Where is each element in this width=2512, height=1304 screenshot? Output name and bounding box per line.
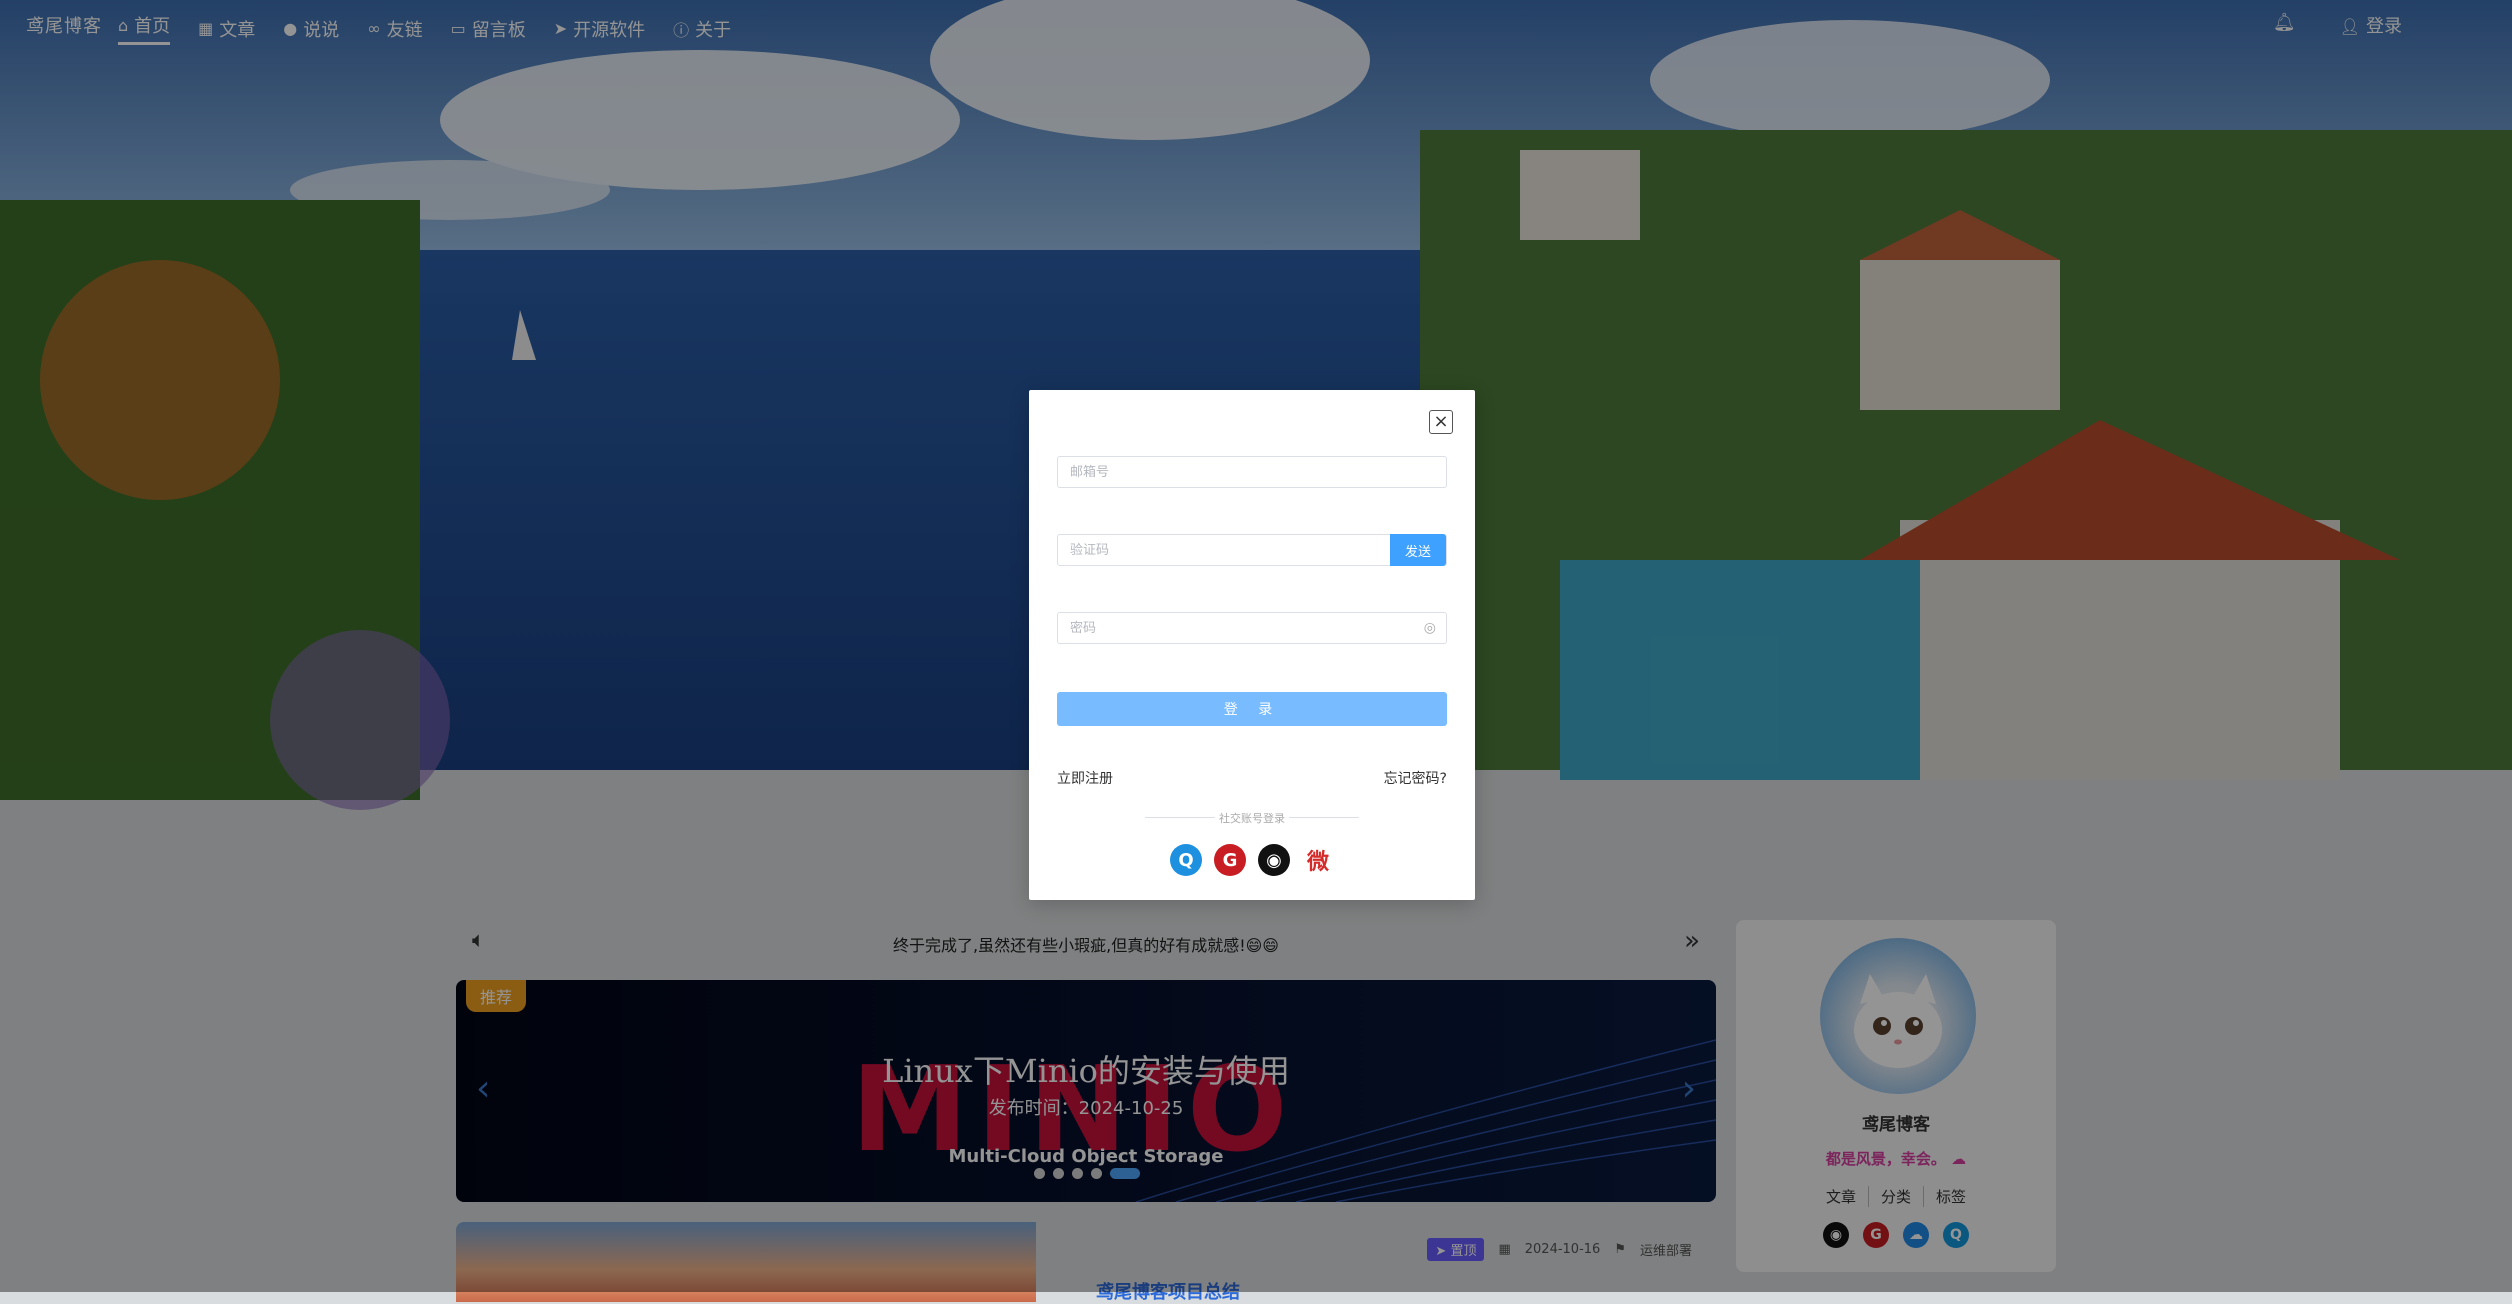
social-divider: 社交账号登录 <box>1145 810 1359 825</box>
qq-icon[interactable]: Q <box>1170 844 1202 876</box>
code-input[interactable] <box>1058 535 1392 565</box>
password-input[interactable] <box>1058 613 1446 643</box>
email-field[interactable] <box>1057 456 1447 488</box>
forgot-password-link[interactable]: 忘记密码? <box>1384 768 1447 788</box>
login-button[interactable]: 登 录 <box>1057 692 1447 726</box>
social-login-label: 社交账号登录 <box>1219 812 1285 825</box>
github-icon[interactable]: ◉ <box>1258 844 1290 876</box>
register-link[interactable]: 立即注册 <box>1057 768 1113 788</box>
social-login-buttons: Q G ◉ 微 <box>1029 844 1475 876</box>
code-field[interactable]: 发送 <box>1057 534 1447 566</box>
password-field[interactable]: ◎ <box>1057 612 1447 644</box>
login-dialog: × 发送 ◎ 登 录 立即注册 忘记密码? 社交账号登录 Q G ◉ 微 <box>1029 390 1475 900</box>
eye-icon[interactable]: ◎ <box>1424 620 1436 636</box>
gitee-icon[interactable]: G <box>1214 844 1246 876</box>
weibo-icon[interactable]: 微 <box>1302 844 1334 876</box>
email-input[interactable] <box>1058 457 1446 487</box>
close-icon[interactable]: × <box>1429 410 1453 434</box>
send-code-button[interactable]: 发送 <box>1390 534 1446 566</box>
